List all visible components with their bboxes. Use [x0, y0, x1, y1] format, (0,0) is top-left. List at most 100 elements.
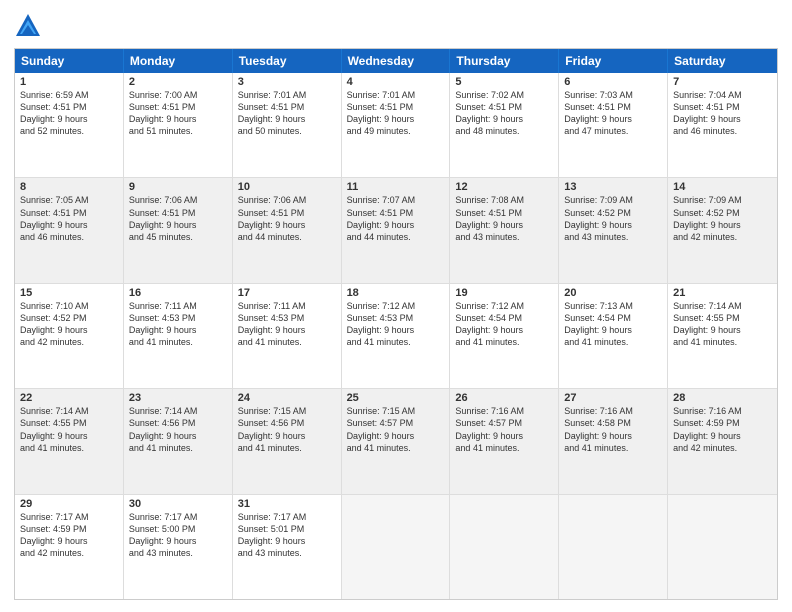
day-number: 16	[129, 287, 227, 299]
cell-info: Sunrise: 7:06 AMSunset: 4:51 PMDaylight:…	[129, 194, 227, 243]
cell-info: Sunrise: 7:10 AMSunset: 4:52 PMDaylight:…	[20, 300, 118, 349]
calendar-header: SundayMondayTuesdayWednesdayThursdayFrid…	[15, 49, 777, 73]
cell-info: Sunrise: 7:12 AMSunset: 4:54 PMDaylight:…	[455, 300, 553, 349]
calendar-cell: 30Sunrise: 7:17 AMSunset: 5:00 PMDayligh…	[124, 495, 233, 599]
calendar-cell: 20Sunrise: 7:13 AMSunset: 4:54 PMDayligh…	[559, 284, 668, 388]
day-number: 6	[564, 76, 662, 88]
calendar-cell: 21Sunrise: 7:14 AMSunset: 4:55 PMDayligh…	[668, 284, 777, 388]
calendar-header-cell: Tuesday	[233, 49, 342, 73]
calendar-header-cell: Thursday	[450, 49, 559, 73]
calendar-cell: 1Sunrise: 6:59 AMSunset: 4:51 PMDaylight…	[15, 73, 124, 177]
cell-info: Sunrise: 7:09 AMSunset: 4:52 PMDaylight:…	[673, 194, 772, 243]
day-number: 15	[20, 287, 118, 299]
day-number: 21	[673, 287, 772, 299]
calendar-cell: 2Sunrise: 7:00 AMSunset: 4:51 PMDaylight…	[124, 73, 233, 177]
calendar-cell: 23Sunrise: 7:14 AMSunset: 4:56 PMDayligh…	[124, 389, 233, 493]
calendar-cell: 17Sunrise: 7:11 AMSunset: 4:53 PMDayligh…	[233, 284, 342, 388]
calendar-row: 15Sunrise: 7:10 AMSunset: 4:52 PMDayligh…	[15, 283, 777, 388]
calendar-row: 1Sunrise: 6:59 AMSunset: 4:51 PMDaylight…	[15, 73, 777, 177]
day-number: 17	[238, 287, 336, 299]
calendar-cell: 11Sunrise: 7:07 AMSunset: 4:51 PMDayligh…	[342, 178, 451, 282]
calendar-cell: 8Sunrise: 7:05 AMSunset: 4:51 PMDaylight…	[15, 178, 124, 282]
cell-info: Sunrise: 7:06 AMSunset: 4:51 PMDaylight:…	[238, 194, 336, 243]
cell-info: Sunrise: 7:04 AMSunset: 4:51 PMDaylight:…	[673, 89, 772, 138]
calendar-cell: 18Sunrise: 7:12 AMSunset: 4:53 PMDayligh…	[342, 284, 451, 388]
cell-info: Sunrise: 7:11 AMSunset: 4:53 PMDaylight:…	[129, 300, 227, 349]
cell-info: Sunrise: 7:08 AMSunset: 4:51 PMDaylight:…	[455, 194, 553, 243]
calendar-header-cell: Sunday	[15, 49, 124, 73]
day-number: 28	[673, 392, 772, 404]
cell-info: Sunrise: 7:16 AMSunset: 4:59 PMDaylight:…	[673, 405, 772, 454]
cell-info: Sunrise: 7:00 AMSunset: 4:51 PMDaylight:…	[129, 89, 227, 138]
cell-info: Sunrise: 7:17 AMSunset: 4:59 PMDaylight:…	[20, 511, 118, 560]
page-header	[14, 12, 778, 40]
calendar-cell-empty	[342, 495, 451, 599]
day-number: 11	[347, 181, 445, 193]
calendar-row: 22Sunrise: 7:14 AMSunset: 4:55 PMDayligh…	[15, 388, 777, 493]
cell-info: Sunrise: 7:14 AMSunset: 4:55 PMDaylight:…	[673, 300, 772, 349]
day-number: 2	[129, 76, 227, 88]
cell-info: Sunrise: 7:16 AMSunset: 4:58 PMDaylight:…	[564, 405, 662, 454]
day-number: 7	[673, 76, 772, 88]
calendar-cell: 5Sunrise: 7:02 AMSunset: 4:51 PMDaylight…	[450, 73, 559, 177]
day-number: 29	[20, 498, 118, 510]
cell-info: Sunrise: 7:01 AMSunset: 4:51 PMDaylight:…	[347, 89, 445, 138]
day-number: 23	[129, 392, 227, 404]
day-number: 19	[455, 287, 553, 299]
calendar-cell: 10Sunrise: 7:06 AMSunset: 4:51 PMDayligh…	[233, 178, 342, 282]
calendar-cell: 7Sunrise: 7:04 AMSunset: 4:51 PMDaylight…	[668, 73, 777, 177]
cell-info: Sunrise: 7:17 AMSunset: 5:00 PMDaylight:…	[129, 511, 227, 560]
calendar-cell: 24Sunrise: 7:15 AMSunset: 4:56 PMDayligh…	[233, 389, 342, 493]
day-number: 24	[238, 392, 336, 404]
day-number: 4	[347, 76, 445, 88]
cell-info: Sunrise: 7:15 AMSunset: 4:56 PMDaylight:…	[238, 405, 336, 454]
calendar-cell: 31Sunrise: 7:17 AMSunset: 5:01 PMDayligh…	[233, 495, 342, 599]
calendar-cell-empty	[559, 495, 668, 599]
calendar-body: 1Sunrise: 6:59 AMSunset: 4:51 PMDaylight…	[15, 73, 777, 599]
calendar-cell: 13Sunrise: 7:09 AMSunset: 4:52 PMDayligh…	[559, 178, 668, 282]
day-number: 30	[129, 498, 227, 510]
day-number: 22	[20, 392, 118, 404]
day-number: 26	[455, 392, 553, 404]
calendar-cell: 19Sunrise: 7:12 AMSunset: 4:54 PMDayligh…	[450, 284, 559, 388]
day-number: 13	[564, 181, 662, 193]
calendar-cell: 16Sunrise: 7:11 AMSunset: 4:53 PMDayligh…	[124, 284, 233, 388]
calendar-header-cell: Monday	[124, 49, 233, 73]
calendar-cell: 3Sunrise: 7:01 AMSunset: 4:51 PMDaylight…	[233, 73, 342, 177]
cell-info: Sunrise: 7:02 AMSunset: 4:51 PMDaylight:…	[455, 89, 553, 138]
cell-info: Sunrise: 6:59 AMSunset: 4:51 PMDaylight:…	[20, 89, 118, 138]
day-number: 5	[455, 76, 553, 88]
cell-info: Sunrise: 7:11 AMSunset: 4:53 PMDaylight:…	[238, 300, 336, 349]
calendar-header-cell: Wednesday	[342, 49, 451, 73]
day-number: 8	[20, 181, 118, 193]
cell-info: Sunrise: 7:15 AMSunset: 4:57 PMDaylight:…	[347, 405, 445, 454]
cell-info: Sunrise: 7:14 AMSunset: 4:56 PMDaylight:…	[129, 405, 227, 454]
logo-icon	[14, 12, 42, 40]
cell-info: Sunrise: 7:05 AMSunset: 4:51 PMDaylight:…	[20, 194, 118, 243]
calendar: SundayMondayTuesdayWednesdayThursdayFrid…	[14, 48, 778, 600]
day-number: 3	[238, 76, 336, 88]
calendar-cell: 29Sunrise: 7:17 AMSunset: 4:59 PMDayligh…	[15, 495, 124, 599]
day-number: 10	[238, 181, 336, 193]
cell-info: Sunrise: 7:14 AMSunset: 4:55 PMDaylight:…	[20, 405, 118, 454]
calendar-cell-empty	[668, 495, 777, 599]
cell-info: Sunrise: 7:01 AMSunset: 4:51 PMDaylight:…	[238, 89, 336, 138]
calendar-header-cell: Saturday	[668, 49, 777, 73]
day-number: 31	[238, 498, 336, 510]
calendar-cell-empty	[450, 495, 559, 599]
cell-info: Sunrise: 7:03 AMSunset: 4:51 PMDaylight:…	[564, 89, 662, 138]
calendar-cell: 22Sunrise: 7:14 AMSunset: 4:55 PMDayligh…	[15, 389, 124, 493]
calendar-cell: 4Sunrise: 7:01 AMSunset: 4:51 PMDaylight…	[342, 73, 451, 177]
cell-info: Sunrise: 7:07 AMSunset: 4:51 PMDaylight:…	[347, 194, 445, 243]
calendar-cell: 27Sunrise: 7:16 AMSunset: 4:58 PMDayligh…	[559, 389, 668, 493]
calendar-cell: 26Sunrise: 7:16 AMSunset: 4:57 PMDayligh…	[450, 389, 559, 493]
calendar-row: 8Sunrise: 7:05 AMSunset: 4:51 PMDaylight…	[15, 177, 777, 282]
day-number: 18	[347, 287, 445, 299]
day-number: 1	[20, 76, 118, 88]
day-number: 12	[455, 181, 553, 193]
page-container: SundayMondayTuesdayWednesdayThursdayFrid…	[0, 0, 792, 612]
cell-info: Sunrise: 7:13 AMSunset: 4:54 PMDaylight:…	[564, 300, 662, 349]
cell-info: Sunrise: 7:12 AMSunset: 4:53 PMDaylight:…	[347, 300, 445, 349]
day-number: 20	[564, 287, 662, 299]
calendar-cell: 12Sunrise: 7:08 AMSunset: 4:51 PMDayligh…	[450, 178, 559, 282]
